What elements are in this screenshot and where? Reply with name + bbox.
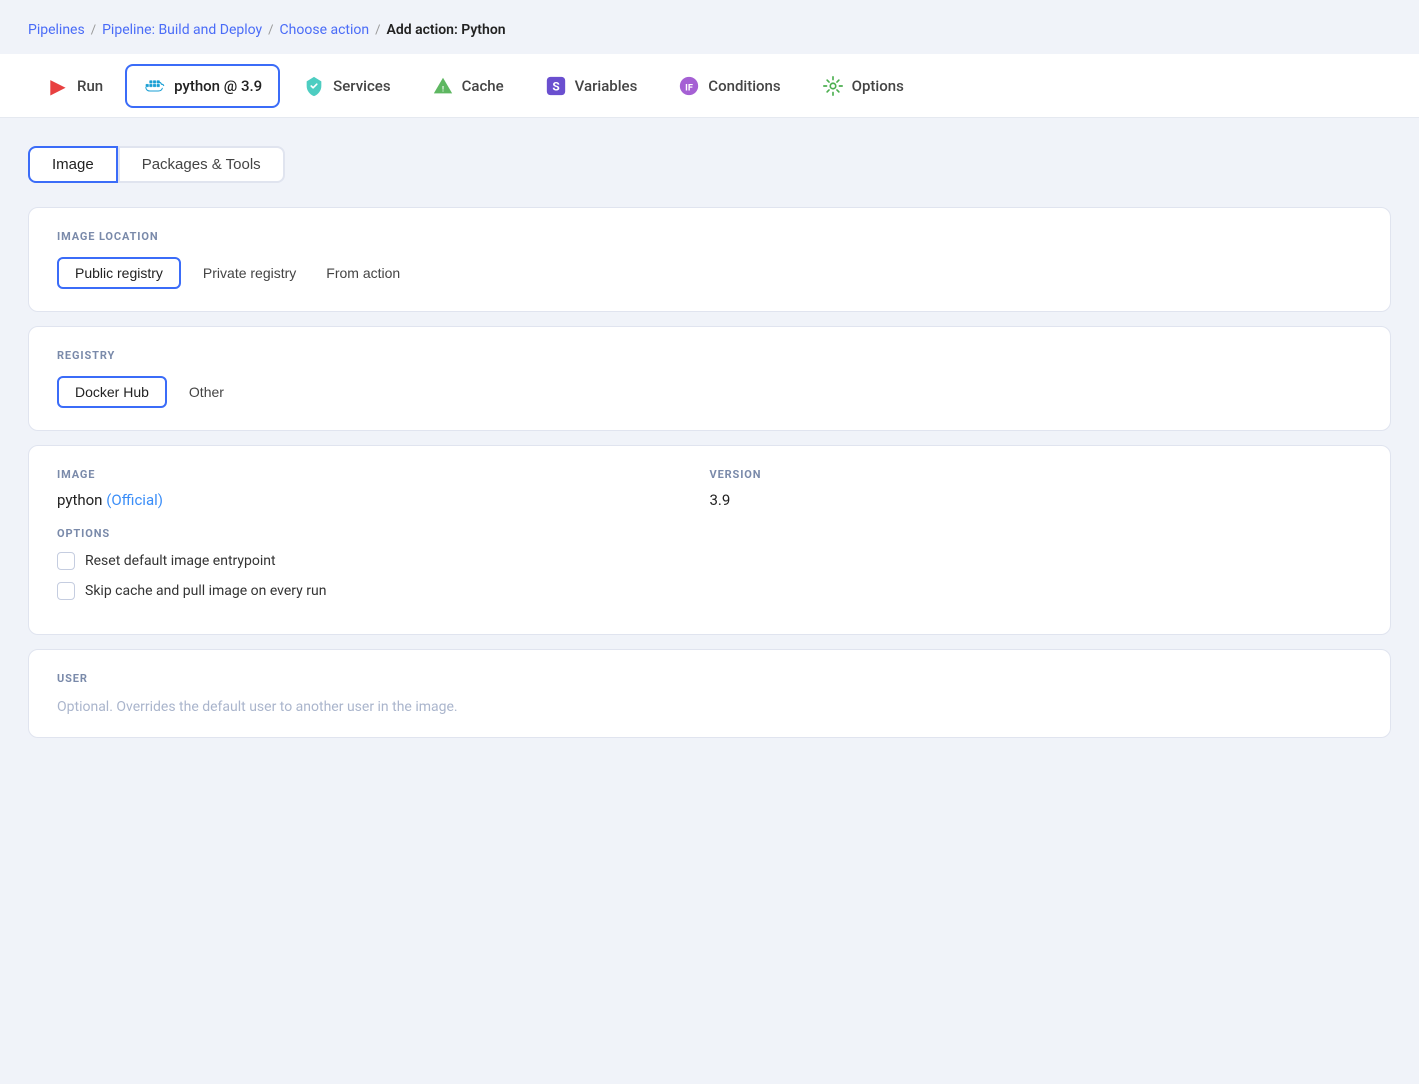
- main-content: Image Packages & Tools IMAGE LOCATION Pu…: [0, 118, 1419, 766]
- breadcrumb-sep-3: /: [375, 23, 380, 38]
- tab-cache-label: Cache: [462, 77, 504, 95]
- cache-icon: !: [431, 74, 455, 98]
- tab-conditions-label: Conditions: [708, 77, 780, 95]
- tab-services-label: Services: [333, 77, 390, 95]
- user-placeholder: Optional. Overrides the default user to …: [57, 699, 1362, 715]
- checkbox-reset-entrypoint-label: Reset default image entrypoint: [85, 553, 276, 569]
- image-field-value: python (Official): [57, 491, 710, 509]
- checkbox-row-entrypoint: Reset default image entrypoint: [57, 552, 1362, 570]
- tab-cache[interactable]: ! Cache: [413, 64, 522, 108]
- checkbox-reset-entrypoint[interactable]: [57, 552, 75, 570]
- image-official-badge: (Official): [106, 491, 163, 509]
- breadcrumb-sep-2: /: [268, 23, 273, 38]
- version-field-label: VERSION: [710, 468, 1363, 481]
- breadcrumb-pipelines[interactable]: Pipelines: [28, 22, 85, 38]
- checkbox-row-skip-cache: Skip cache and pull image on every run: [57, 582, 1362, 600]
- top-tabs-bar: ▶ Run python @ 3.9: [0, 54, 1419, 118]
- registry-toggle-group: Docker Hub Other: [57, 376, 1362, 408]
- toggle-other[interactable]: Other: [181, 378, 232, 406]
- version-field: VERSION 3.9: [710, 468, 1363, 509]
- breadcrumb-choose-action[interactable]: Choose action: [280, 22, 370, 38]
- checkbox-skip-cache-label: Skip cache and pull image on every run: [85, 583, 326, 599]
- variables-icon: S: [544, 74, 568, 98]
- user-card: USER Optional. Overrides the default use…: [28, 649, 1391, 738]
- image-location-label: IMAGE LOCATION: [57, 230, 1362, 243]
- sub-tabs: Image Packages & Tools: [28, 146, 1391, 183]
- tab-run-label: Run: [77, 77, 103, 95]
- registry-label: REGISTRY: [57, 349, 1362, 362]
- image-name: python: [57, 491, 102, 509]
- sub-tab-packages-tools[interactable]: Packages & Tools: [118, 146, 285, 183]
- toggle-public-registry[interactable]: Public registry: [57, 257, 181, 289]
- breadcrumb: Pipelines / Pipeline: Build and Deploy /…: [0, 0, 1419, 54]
- toggle-docker-hub[interactable]: Docker Hub: [57, 376, 167, 408]
- page-wrapper: Pipelines / Pipeline: Build and Deploy /…: [0, 0, 1419, 1084]
- breadcrumb-current: Add action: Python: [386, 22, 505, 38]
- sub-tab-image[interactable]: Image: [28, 146, 118, 183]
- svg-text:!: !: [442, 84, 444, 93]
- toggle-private-registry[interactable]: Private registry: [195, 259, 304, 287]
- options-sublabel: OPTIONS: [57, 527, 1362, 540]
- services-icon: [302, 74, 326, 98]
- toggle-from-action[interactable]: From action: [318, 259, 408, 287]
- image-version-grid: IMAGE python (Official) VERSION 3.9: [57, 468, 1362, 509]
- tab-options[interactable]: Options: [803, 64, 922, 108]
- image-version-card: IMAGE python (Official) VERSION 3.9 OPTI…: [28, 445, 1391, 635]
- breadcrumb-sep-1: /: [91, 23, 96, 38]
- svg-text:IF: IF: [685, 83, 693, 93]
- tab-variables-label: Variables: [575, 77, 638, 95]
- tab-variables[interactable]: S Variables: [526, 64, 656, 108]
- image-field: IMAGE python (Official): [57, 468, 710, 509]
- image-location-card: IMAGE LOCATION Public registry Private r…: [28, 207, 1391, 312]
- tab-run[interactable]: ▶ Run: [28, 64, 121, 108]
- checkbox-skip-cache[interactable]: [57, 582, 75, 600]
- tab-python[interactable]: python @ 3.9: [125, 64, 280, 108]
- tab-services[interactable]: Services: [284, 64, 408, 108]
- image-field-label: IMAGE: [57, 468, 710, 481]
- user-label: USER: [57, 672, 1362, 685]
- tab-python-label: python @ 3.9: [174, 77, 262, 95]
- tab-conditions[interactable]: IF Conditions: [659, 64, 798, 108]
- svg-text:S: S: [552, 79, 559, 93]
- image-location-toggle-group: Public registry Private registry From ac…: [57, 257, 1362, 289]
- registry-card: REGISTRY Docker Hub Other: [28, 326, 1391, 431]
- docker-icon: [143, 74, 167, 98]
- tab-options-label: Options: [852, 77, 904, 95]
- conditions-icon: IF: [677, 74, 701, 98]
- version-field-value: 3.9: [710, 491, 1363, 509]
- run-icon: ▶: [46, 74, 70, 98]
- breadcrumb-pipeline-build[interactable]: Pipeline: Build and Deploy: [102, 22, 262, 38]
- options-icon: [821, 74, 845, 98]
